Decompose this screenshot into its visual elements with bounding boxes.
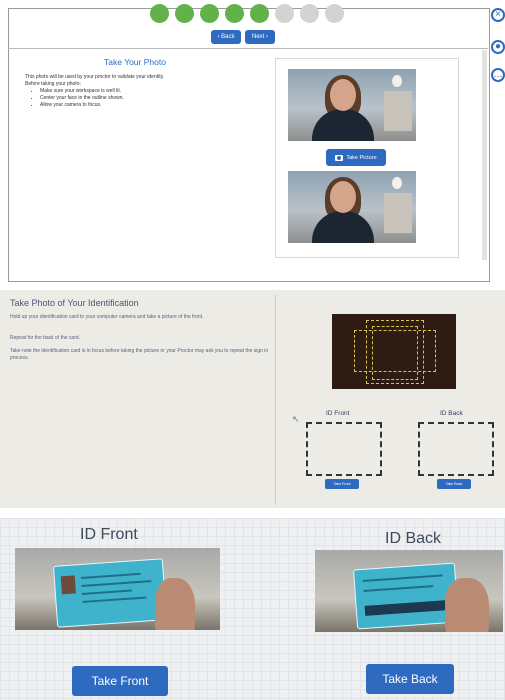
id-back-photo	[315, 550, 503, 632]
id-front-slot	[306, 422, 382, 476]
step-pending	[300, 4, 319, 23]
id-back-caption: ID Back	[440, 410, 463, 417]
take-picture-button[interactable]: Take Picture	[326, 149, 386, 166]
instruction-list: Make sure your workspace is well lit. Ce…	[25, 88, 255, 109]
take-front-button[interactable]: Take Front	[72, 666, 168, 696]
take-picture-label: Take Picture	[346, 154, 377, 161]
instruction-text: Repeat for the back of the card.	[10, 335, 81, 341]
section-heading: Take Photo of Your Identification	[10, 298, 139, 308]
camera-icon	[335, 154, 344, 161]
instruction-text: Hold up your identification card to your…	[10, 314, 204, 320]
id-card-front	[52, 558, 168, 628]
photo-panel: Take Picture	[275, 58, 459, 258]
take-front-button[interactable]: Take Front	[325, 479, 359, 489]
id-front-caption: ID Front	[80, 526, 138, 543]
step-pending	[325, 4, 344, 23]
take-back-button[interactable]: Take Back	[437, 479, 471, 489]
chat-icon[interactable]: …	[491, 68, 505, 82]
scrollbar[interactable]	[482, 50, 487, 260]
list-item: Center your face in the outline shown.	[40, 95, 255, 102]
webcam-preview	[332, 314, 456, 389]
id-back-slot	[418, 422, 494, 476]
divider	[8, 48, 488, 49]
divider	[275, 295, 276, 505]
instruction-text: Take note the identification card is in …	[10, 348, 269, 361]
id-card-back	[353, 562, 459, 630]
next-button[interactable]: Next ›	[245, 30, 275, 44]
before-label: Before taking your photo:	[25, 81, 81, 87]
back-button[interactable]: ‹ Back	[211, 30, 241, 44]
list-item: Allow your camera to focus.	[40, 102, 255, 109]
id-photo-screen: Take Photo of Your Identification Hold u…	[0, 290, 505, 508]
id-back-caption: ID Back	[385, 530, 442, 547]
page-title: Take Your Photo	[104, 57, 166, 67]
intro-text: This photo will be used by your proctor …	[25, 74, 165, 80]
step-complete	[200, 4, 219, 23]
id-capture-result: ID Front ID Back Take Front Take Back	[0, 518, 505, 700]
id-front-caption: ID Front	[326, 410, 350, 417]
step-complete	[225, 4, 244, 23]
step-complete	[175, 4, 194, 23]
step-navigation: ‹ Back Next ›	[211, 30, 275, 44]
cursor-icon: ↖	[292, 414, 300, 424]
step-pending	[275, 4, 294, 23]
take-back-button[interactable]: Take Back	[366, 664, 454, 694]
close-icon[interactable]: ×	[491, 8, 505, 22]
help-icon[interactable]: ●	[491, 40, 505, 54]
step-complete	[150, 4, 169, 23]
id-front-photo	[15, 548, 220, 630]
list-item: Make sure your workspace is well lit.	[40, 88, 255, 95]
take-photo-screen: ‹ Back Next › Take Your Photo This photo…	[0, 0, 505, 285]
progress-steps	[150, 4, 344, 28]
instructions: This photo will be used by your proctor …	[25, 74, 255, 109]
captured-photo	[288, 171, 416, 243]
webcam-preview	[288, 69, 416, 141]
step-complete	[250, 4, 269, 23]
